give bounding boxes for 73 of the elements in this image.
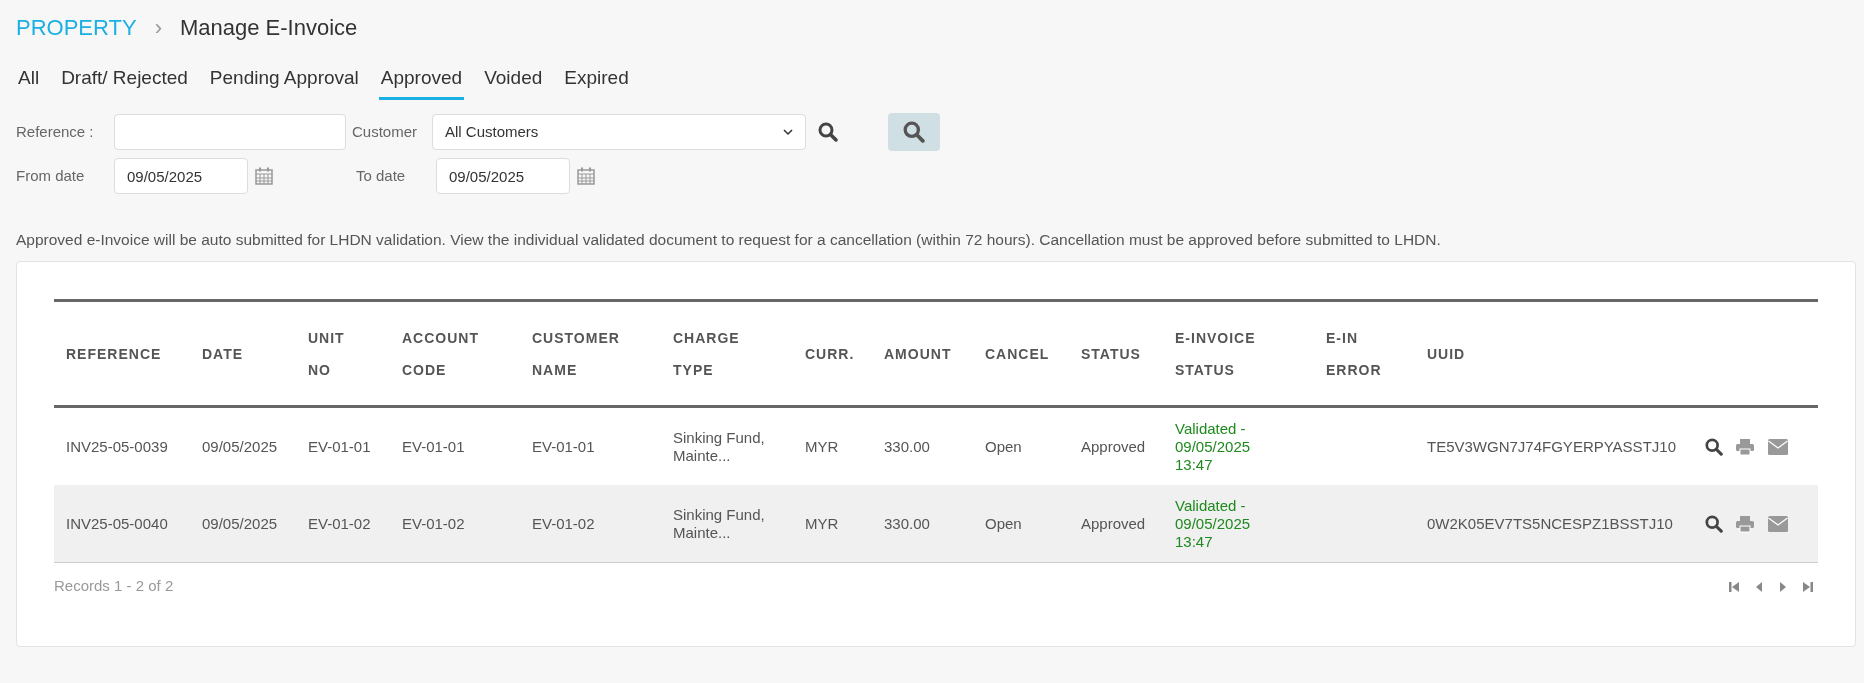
table-cell-text: INV25-05-0040 — [66, 514, 169, 533]
notice-text: Approved e-Invoice will be auto submitted for LHDN validation. View the individual validated document to request for a cancellation (within 72 hours). Cancellation must be approved before submitted to LHDN. — [16, 230, 1442, 250]
table-cell-text: Validated - 09/05/2025 13:47 — [1175, 419, 1252, 474]
reference-label: Reference : — [16, 121, 95, 142]
table-cell-text: 330.00 — [884, 514, 931, 533]
reference-field[interactable] — [114, 114, 346, 150]
first-page-icon[interactable] — [1728, 579, 1740, 594]
table-cell-text: MYR — [805, 514, 840, 533]
column-header: DATE — [190, 300, 296, 407]
next-page-icon[interactable] — [1778, 579, 1788, 594]
table-cell-text: EV-01-02 — [532, 514, 596, 533]
table-cell-text: Approved — [1081, 437, 1147, 456]
column-header: ACCOUNT CODE — [390, 300, 520, 407]
search-icon — [903, 121, 925, 143]
table-cell-text: EV-01-02 — [402, 514, 466, 533]
column-header: E-INVOICE STATUS — [1163, 300, 1314, 407]
table-cell-text: 330.00 — [884, 437, 931, 456]
printer-icon[interactable] — [1735, 437, 1755, 456]
table-cell-text: Approved — [1081, 514, 1147, 533]
table-cell-text: INV25-05-0039 — [66, 437, 169, 456]
printer-icon[interactable] — [1735, 514, 1755, 533]
column-header: CANCEL — [973, 300, 1069, 407]
table-cell-text: TE5V3WGN7J74FGYERPYASSTJ10 — [1427, 437, 1677, 456]
to-date-field[interactable]: 09/05/2025 — [436, 158, 570, 194]
table-cell-text: MYR — [805, 437, 840, 456]
search-icon[interactable] — [1705, 437, 1723, 456]
table-cell-text: 09/05/2025 — [202, 514, 279, 533]
column-header: UUID — [1415, 300, 1705, 407]
breadcrumb-separator: › — [154, 13, 162, 42]
table-cell-text: EV-01-01 — [308, 437, 372, 456]
calendar-icon[interactable] — [254, 166, 274, 186]
table-cell-text: EV-01-02 — [308, 514, 372, 533]
column-header: UNIT NO — [296, 300, 390, 407]
column-header: STATUS — [1069, 300, 1163, 407]
envelope-icon[interactable] — [1767, 514, 1789, 533]
tab[interactable]: Expired — [562, 60, 631, 100]
table-cell-text: Open — [985, 514, 1023, 533]
table-cell-text: EV-01-01 — [532, 437, 596, 456]
column-header: CUSTOMER NAME — [520, 300, 661, 407]
table-cell-text: Validated - 09/05/2025 13:47 — [1175, 496, 1252, 551]
table-row[interactable]: INV25-05-0040 09/05/2025 EV-01-02 EV-01-02 EV-01-02 Sinking Fund, Mainte... MYR 330.00 Open Approved Validated - 09/05/2025 13:47 0W2K05EV7TS5NCESPZ1BSSTJ10 — [54, 484, 1818, 563]
table-cell-text: Sinking Fund, Mainte... — [673, 505, 766, 542]
chevron-down-icon — [783, 128, 793, 136]
tab[interactable]: Approved — [378, 60, 465, 100]
customer-label: Customer — [352, 121, 419, 142]
envelope-icon[interactable] — [1767, 437, 1789, 456]
search-icon[interactable] — [1705, 514, 1723, 533]
table-cell-text: EV-01-01 — [402, 437, 466, 456]
search-icon[interactable] — [818, 122, 838, 142]
tab[interactable]: Voided — [482, 60, 545, 100]
tab[interactable]: All — [16, 60, 42, 100]
calendar-icon[interactable] — [576, 166, 596, 186]
records-count: Records 1 - 2 of 2 — [54, 576, 174, 597]
column-header: REFERENCE — [54, 300, 190, 407]
column-header: E-IN ERROR — [1314, 300, 1415, 407]
search-button[interactable] — [888, 113, 940, 151]
table-cell-text: 09/05/2025 — [202, 437, 279, 456]
page-title: Manage E-Invoice — [179, 13, 358, 42]
to-date-label: To date — [356, 165, 407, 186]
column-header: CURR. — [793, 300, 872, 407]
customer-dropdown[interactable]: All Customers — [432, 114, 806, 150]
column-header: AMOUNT — [872, 300, 973, 407]
table-cell-text: Sinking Fund, Mainte... — [673, 428, 766, 465]
from-date-label: From date — [16, 165, 86, 186]
from-date-field[interactable]: 09/05/2025 — [114, 158, 248, 194]
tab[interactable]: Pending Approval — [207, 60, 361, 100]
column-header: CHARGE TYPE — [661, 300, 793, 407]
table-cell-text: 0W2K05EV7TS5NCESPZ1BSSTJ10 — [1427, 514, 1674, 533]
table-cell-text: Open — [985, 437, 1023, 456]
table-row[interactable]: INV25-05-0039 09/05/2025 EV-01-01 EV-01-01 EV-01-01 Sinking Fund, Mainte... MYR 330.00 Open Approved Validated - 09/05/2025 13:47 TE5V3WGN7J74FGYERPYASSTJ10 — [54, 406, 1818, 485]
last-page-icon[interactable] — [1802, 579, 1814, 594]
tab[interactable]: Draft/ Rejected — [59, 60, 190, 100]
previous-page-icon[interactable] — [1754, 579, 1764, 594]
